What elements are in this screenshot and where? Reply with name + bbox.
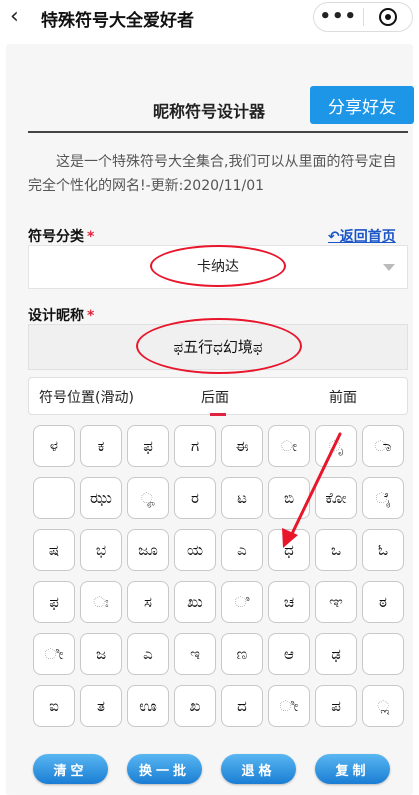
symbol-key[interactable]: ಖ [174, 685, 216, 727]
title-divider [28, 131, 408, 133]
required-mark: * [87, 229, 95, 245]
symbol-key[interactable]: ಚ [268, 581, 310, 623]
position-label: 符号位置(滑动) [39, 390, 134, 406]
symbol-key[interactable]: ಧ [268, 529, 310, 571]
nickname-field[interactable]: ಫ五行ಧ幻境ಫ [28, 324, 408, 370]
symbol-key[interactable]: ಐ [33, 685, 75, 727]
symbol-key[interactable]: ೄ [127, 477, 169, 519]
symbol-key[interactable]: ಗ [174, 425, 216, 467]
symbol-key[interactable]: ೃ [315, 425, 357, 467]
symbol-key[interactable]: ಈ [221, 425, 263, 467]
position-option-front[interactable]: 前面 [329, 387, 357, 407]
chevron-down-icon [383, 264, 395, 271]
symbol-key[interactable]: ಇ [174, 633, 216, 675]
symbol-key[interactable]: ಬಿ [268, 477, 310, 519]
symbol-key[interactable]: ಎ [221, 529, 263, 571]
symbol-key[interactable] [362, 633, 404, 675]
category-select-value: 卡纳达 [197, 259, 239, 275]
close-target-icon[interactable] [364, 8, 413, 26]
app-title: 特殊符号大全爱好者 [41, 11, 194, 31]
category-label: 符号分类 * [28, 229, 95, 245]
symbol-key[interactable]: ಿ [221, 581, 263, 623]
symbol-key[interactable]: ಓ [362, 529, 404, 571]
position-selected-indicator [210, 413, 226, 416]
next-batch-button[interactable]: 换一批 [127, 754, 202, 784]
action-buttons: 清空 换一批 退格 复制 [33, 754, 390, 784]
symbol-key[interactable]: ೢ [362, 685, 404, 727]
symbol-key[interactable]: ಣ [221, 633, 263, 675]
symbol-key[interactable]: ರ [174, 477, 216, 519]
symbol-key[interactable]: ೀ [33, 633, 75, 675]
copy-button[interactable]: 复制 [315, 754, 390, 784]
symbol-key[interactable]: ಾ [362, 425, 404, 467]
symbol-key[interactable] [33, 477, 75, 519]
page-title: 昵称符号设计器 [153, 102, 266, 121]
more-icon[interactable]: ••• [314, 4, 363, 30]
symbol-key[interactable]: ಳ [33, 425, 75, 467]
symbol-key[interactable]: ಭ [80, 529, 122, 571]
symbol-key[interactable]: ೈ [362, 477, 404, 519]
back-home-link[interactable]: ↶返回首页 [328, 226, 396, 246]
nickname-value: ಫ五行ಧ幻境ಫ [173, 338, 263, 356]
symbol-key[interactable]: ಫ [127, 425, 169, 467]
intro-text: 这是一个特殊符号大全集合,我们可以从里面的符号定自完全个性化的网名!-更新:20… [28, 154, 397, 194]
symbol-key[interactable]: ಆ [268, 633, 310, 675]
symbol-key[interactable]: ಎ [127, 633, 169, 675]
symbol-key[interactable]: ಒ [315, 529, 357, 571]
symbol-key[interactable]: ಟ [221, 477, 263, 519]
symbol-keyboard: ಳ ಕ ಫ ಗ ಈೕೃಾ ಝುೄ ರ ಟ ಬಿ ಕೋೈ ಷ ಭ ಜೂ ಯ ಎ ಧ ಒ ಓ ಫಃ ಸ ಖುಿ ಚ ಞ ಠೀ ಜ ಎ ಇ… [33, 425, 404, 727]
symbol-key[interactable]: ದ [221, 685, 263, 727]
symbol-key[interactable]: ಝು [80, 477, 122, 519]
symbol-key[interactable]: ಜೂ [127, 529, 169, 571]
position-option-back[interactable]: 后面 [201, 387, 229, 407]
symbol-key[interactable]: ೀ [268, 685, 310, 727]
symbol-key[interactable]: ಜ [80, 633, 122, 675]
symbol-key[interactable]: ತ [80, 685, 122, 727]
symbol-key[interactable]: ಯ [174, 529, 216, 571]
backspace-button[interactable]: 退格 [221, 754, 296, 784]
symbol-key[interactable]: ಃ [80, 581, 122, 623]
symbol-position-selector[interactable]: 符号位置(滑动) 后面 前面 [28, 377, 408, 415]
share-button[interactable]: 分享好友 [310, 86, 414, 124]
symbol-key[interactable]: ಊ [127, 685, 169, 727]
symbol-key[interactable]: ಞ [315, 581, 357, 623]
mini-program-capsule: ••• [313, 2, 413, 32]
clear-button[interactable]: 清空 [33, 754, 108, 784]
nickname-label: 设计昵称 * [28, 308, 95, 324]
category-select[interactable]: 卡纳达 [28, 245, 408, 289]
symbol-key[interactable]: ಷ [33, 529, 75, 571]
symbol-key[interactable]: ೕ [268, 425, 310, 467]
symbol-key[interactable]: ಕೋ [315, 477, 357, 519]
symbol-key[interactable]: ಪ [315, 685, 357, 727]
symbol-key[interactable]: ಠ [362, 581, 404, 623]
top-bar: ‹ 特殊符号大全爱好者 ••• [0, 0, 419, 36]
symbol-key[interactable]: ಫ [33, 581, 75, 623]
required-mark: * [87, 308, 95, 324]
symbol-key[interactable]: ಸ [127, 581, 169, 623]
symbol-key[interactable]: ಖು [174, 581, 216, 623]
symbol-key[interactable]: ಢ [315, 633, 357, 675]
symbol-key[interactable]: ಕ [80, 425, 122, 467]
back-icon[interactable]: ‹ [10, 4, 19, 30]
